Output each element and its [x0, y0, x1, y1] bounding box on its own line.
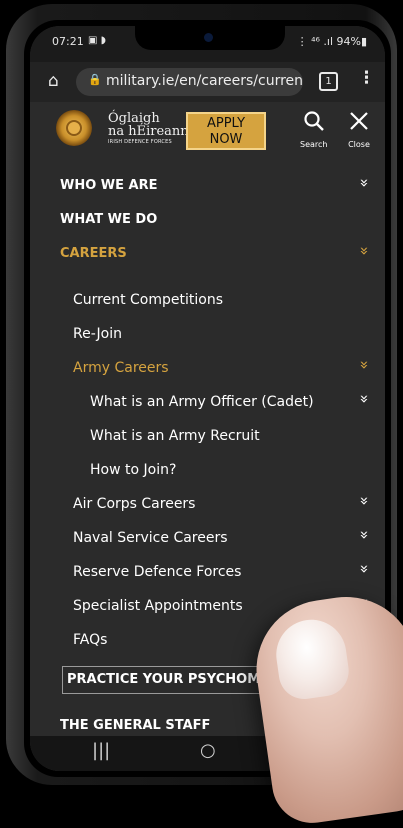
- menu-army-officer[interactable]: What is an Army Officer (Cadet) »: [30, 388, 385, 418]
- site-logo-text[interactable]: Óglaigh na hÉireann IRISH DEFENCE FORCES: [108, 112, 189, 145]
- menu-label: Specialist Appointments: [73, 598, 243, 614]
- menu-label: CAREERS: [60, 246, 127, 261]
- menu-who-we-are[interactable]: WHO WE ARE »: [30, 172, 385, 202]
- site-header: Óglaigh na hÉireann IRISH DEFENCE FORCES…: [30, 102, 385, 166]
- menu-label: What is an Army Officer (Cadet): [90, 394, 314, 410]
- chevron-down-icon[interactable]: »: [355, 394, 373, 403]
- menu-label: How to Join?: [90, 462, 177, 478]
- chevron-down-icon[interactable]: »: [355, 564, 373, 573]
- menu-how-to-join[interactable]: How to Join?: [30, 456, 385, 486]
- menu-label: Reserve Defence Forces: [73, 564, 242, 580]
- menu-army-recruit[interactable]: What is an Army Recruit: [30, 422, 385, 452]
- menu-reserve-defence-forces[interactable]: Reserve Defence Forces »: [30, 558, 385, 588]
- menu-label: Re-Join: [73, 326, 122, 342]
- menu-army-careers[interactable]: Army Careers »: [30, 354, 385, 384]
- menu-label: What is an Army Recruit: [90, 428, 260, 444]
- tab-switcher-button[interactable]: 1: [319, 72, 338, 91]
- apply-now-button[interactable]: APPLY NOW: [186, 112, 266, 150]
- search-icon: [300, 110, 327, 138]
- address-bar[interactable]: 🔒 military.ie/en/careers/curren: [76, 68, 303, 96]
- menu-label: FAQs: [73, 632, 108, 648]
- crest-logo[interactable]: [56, 110, 92, 146]
- menu-label: WHAT WE DO: [60, 212, 158, 227]
- search-button[interactable]: Search: [300, 110, 327, 150]
- apply-label-1: APPLY: [206, 116, 246, 131]
- camera-notch: [135, 26, 285, 50]
- notification-icons: ▣ ◗: [88, 35, 106, 46]
- chevron-down-icon[interactable]: »: [355, 496, 373, 505]
- menu-label: THE GENERAL STAFF: [60, 718, 211, 733]
- menu-what-we-do[interactable]: WHAT WE DO: [30, 206, 385, 236]
- chevron-down-icon[interactable]: »: [355, 530, 373, 539]
- status-time: 07:21: [52, 35, 84, 48]
- menu-label: WHO WE ARE: [60, 178, 158, 193]
- browser-menu-icon[interactable]: ⋮: [358, 68, 375, 88]
- url-text[interactable]: military.ie/en/careers/curren: [106, 73, 303, 89]
- menu-label: Air Corps Careers: [73, 496, 196, 512]
- chevron-down-icon[interactable]: »: [355, 360, 373, 369]
- recents-icon[interactable]: |||: [92, 740, 110, 761]
- lock-icon[interactable]: 🔒: [88, 73, 102, 86]
- home-nav-icon[interactable]: ○: [200, 740, 216, 761]
- browser-toolbar: ⌂ 🔒 military.ie/en/careers/curren 1 ⋮: [30, 62, 385, 102]
- chevron-down-icon[interactable]: »: [355, 178, 373, 187]
- menu-re-join[interactable]: Re-Join: [30, 320, 385, 350]
- search-label: Search: [300, 140, 328, 149]
- chevron-down-icon[interactable]: »: [355, 246, 373, 255]
- fingernail: [271, 615, 352, 703]
- logo-line-3: IRISH DEFENCE FORCES: [108, 139, 172, 145]
- camera-icon: [204, 33, 213, 42]
- menu-label: Naval Service Careers: [73, 530, 228, 546]
- close-icon: [348, 110, 370, 138]
- menu-careers[interactable]: CAREERS »: [30, 240, 385, 270]
- apply-label-2: NOW: [209, 132, 243, 147]
- close-label: Close: [348, 140, 370, 149]
- menu-naval-service-careers[interactable]: Naval Service Careers »: [30, 524, 385, 554]
- logo-line-2: na hÉireann: [108, 124, 189, 139]
- menu-label: Current Competitions: [73, 292, 224, 308]
- menu-air-corps-careers[interactable]: Air Corps Careers »: [30, 490, 385, 520]
- close-button[interactable]: Close: [348, 110, 370, 150]
- menu-current-competitions[interactable]: Current Competitions: [30, 286, 385, 316]
- battery-signal-status: ⋮ ⁴⁶ .ıl 94%▮: [296, 35, 367, 48]
- home-icon[interactable]: ⌂: [48, 71, 59, 91]
- menu-label: Army Careers: [73, 360, 169, 376]
